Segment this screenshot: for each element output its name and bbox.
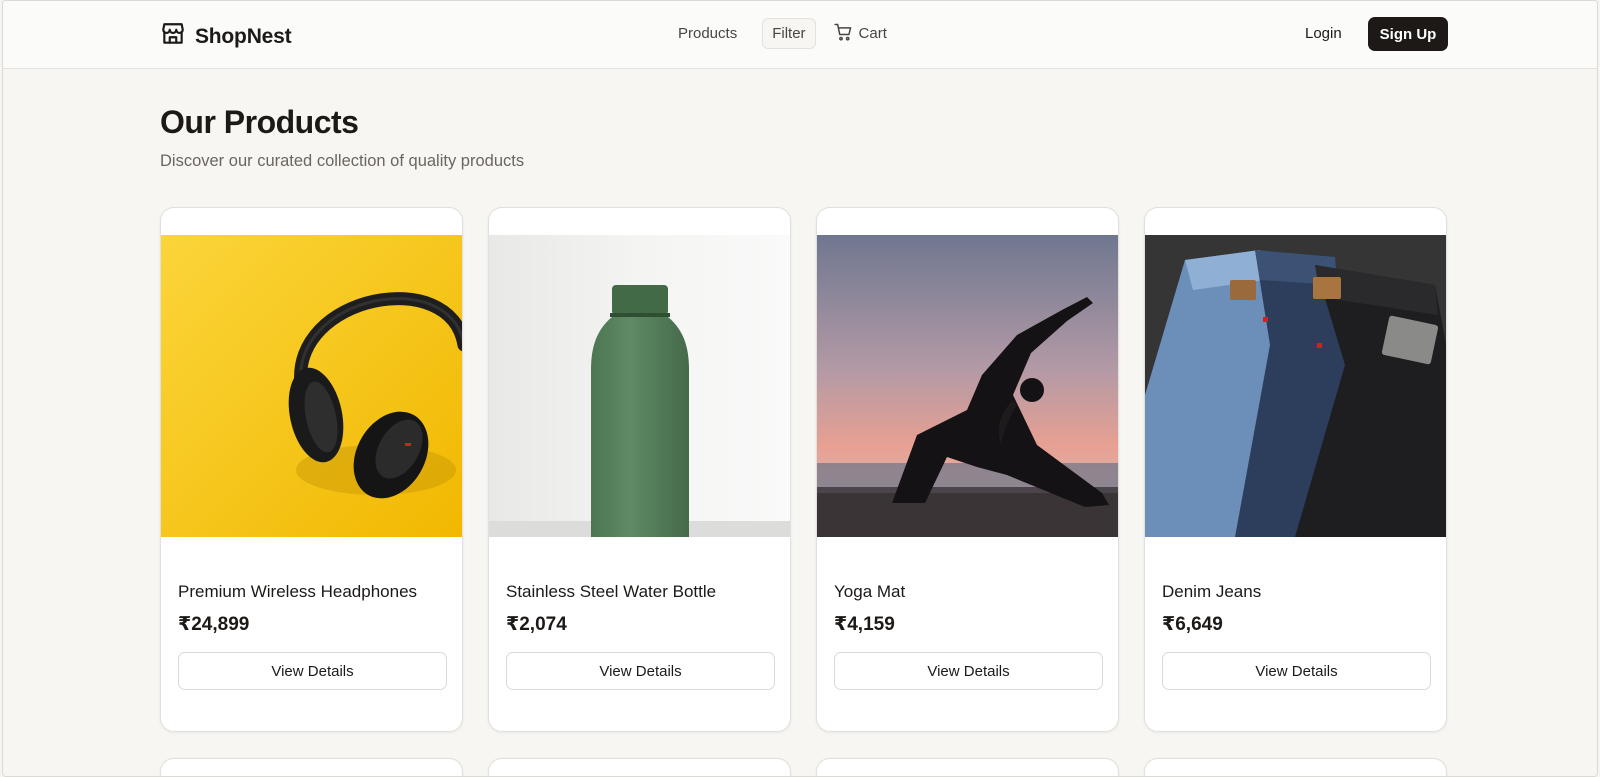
store-icon [160,21,186,52]
yoga-image[interactable] [817,235,1118,537]
signup-button[interactable]: Sign Up [1368,17,1448,51]
water-bottle-image[interactable] [489,235,790,537]
brand-name: ShopNest [195,24,292,48]
product-card[interactable]: Stainless Steel Water Bottle ₹2,074 View… [488,207,791,732]
product-card[interactable] [816,758,1119,776]
cart-icon [833,22,854,46]
product-name: Stainless Steel Water Bottle [506,582,717,601]
login-button[interactable]: Login [1305,25,1342,42]
view-details-button[interactable]: View Details [1162,652,1431,690]
cart-label: Cart [858,25,887,42]
view-details-button[interactable]: View Details [506,652,775,690]
product-grid: Premium Wireless Headphones ₹24,899 View… [160,207,1447,776]
product-price: ₹2,074 [506,614,567,635]
product-card[interactable]: Yoga Mat ₹4,159 View Details [816,207,1119,732]
product-name: Yoga Mat [834,582,906,601]
jeans-image[interactable] [1145,235,1446,537]
headphones-image[interactable] [161,235,462,537]
app-window: ShopNest Products Filter Cart Login Sign… [2,0,1598,777]
nav-cart-link[interactable]: Cart [833,22,887,46]
product-price: ₹6,649 [1162,614,1223,635]
product-card[interactable] [160,758,463,776]
top-navbar: ShopNest Products Filter Cart Login Sign… [3,1,1597,69]
product-name: Premium Wireless Headphones [178,582,418,601]
product-card[interactable]: Denim Jeans ₹6,649 View Details [1144,207,1447,732]
page-subtitle: Discover our curated collection of quali… [160,152,525,170]
product-card[interactable]: Premium Wireless Headphones ₹24,899 View… [160,207,463,732]
nav-products-link[interactable]: Products [669,18,746,49]
main-nav: Products Filter Cart [669,18,887,49]
brand-logo[interactable]: ShopNest [160,21,292,52]
product-card[interactable] [1144,758,1447,776]
product-price: ₹4,159 [834,614,895,635]
product-card[interactable] [488,758,791,776]
view-details-button[interactable]: View Details [178,652,447,690]
product-name: Denim Jeans [1162,582,1262,601]
product-price: ₹24,899 [178,614,250,635]
page-title: Our Products [160,104,359,140]
view-details-button[interactable]: View Details [834,652,1103,690]
nav-filter-button[interactable]: Filter [762,18,816,49]
